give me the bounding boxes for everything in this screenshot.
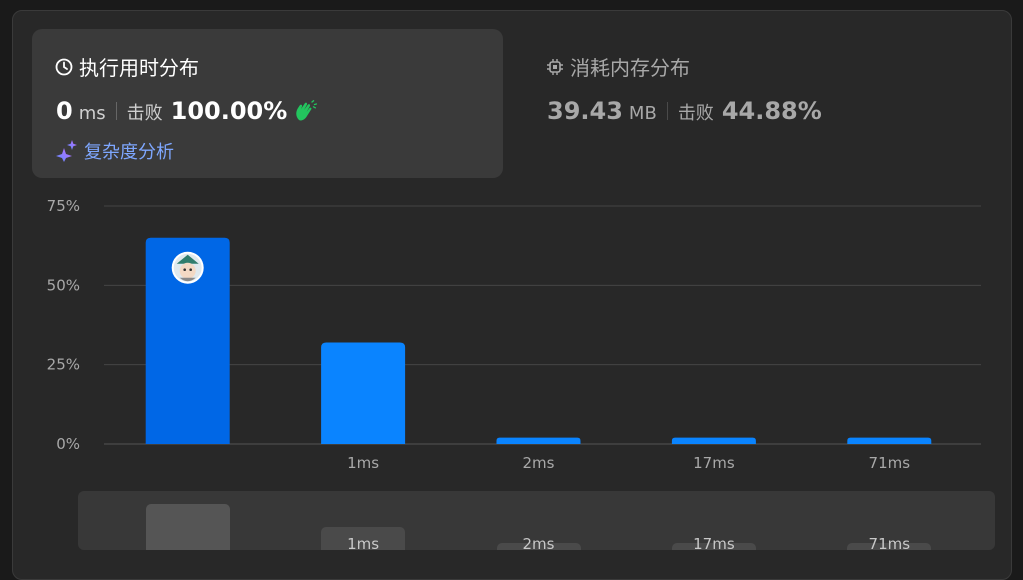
y-tick-label: 0% bbox=[56, 435, 80, 453]
bar-2ms[interactable] bbox=[496, 437, 581, 444]
user-avatar-icon bbox=[171, 251, 204, 284]
y-tick-label: 75% bbox=[47, 197, 80, 215]
y-tick-label: 50% bbox=[47, 276, 80, 294]
x-tick-label: 1ms bbox=[347, 454, 379, 472]
navigator-label: 17ms bbox=[693, 535, 735, 550]
x-tick-label: 17ms bbox=[693, 454, 735, 472]
chart-navigator[interactable]: 1ms 2ms 17ms 71ms bbox=[78, 491, 995, 550]
navigator-label: 1ms bbox=[347, 535, 380, 550]
navigator-label: 2ms bbox=[522, 535, 555, 550]
x-tick-label: 2ms bbox=[523, 454, 555, 472]
y-tick-label: 25% bbox=[47, 356, 80, 374]
navigator-label: 71ms bbox=[868, 535, 911, 550]
bar-71ms[interactable] bbox=[847, 437, 932, 444]
runtime-bar-chart: 0% 25% 50% 75% 1ms 2ms 17ms 71ms bbox=[47, 197, 981, 472]
x-tick-label: 71ms bbox=[869, 454, 911, 472]
bar-1ms[interactable] bbox=[321, 342, 406, 444]
navigator-bar bbox=[145, 504, 230, 550]
bar-17ms[interactable] bbox=[671, 437, 756, 444]
